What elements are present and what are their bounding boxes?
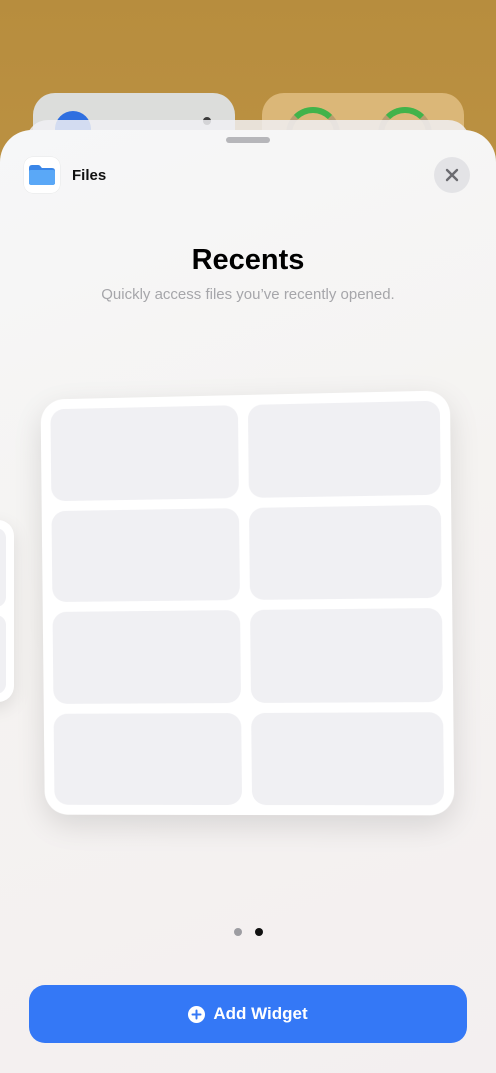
widget-tile: [0, 615, 6, 694]
widget-tile: [0, 528, 6, 607]
previous-widget-preview[interactable]: [0, 520, 14, 702]
widget-tile: [250, 607, 443, 703]
widget-tile: [248, 504, 442, 600]
widget-tile: [251, 711, 445, 806]
add-widget-button[interactable]: Add Widget: [29, 985, 467, 1043]
widget-tile: [247, 400, 441, 498]
plus-circle-icon: [188, 1005, 206, 1023]
widget-title: Recents: [191, 244, 305, 276]
app-name: Files: [72, 166, 107, 184]
folder-icon: [24, 157, 60, 193]
widget-tile: [51, 507, 240, 603]
widget-tile: [53, 712, 243, 806]
close-button[interactable]: [434, 157, 470, 193]
page-indicator[interactable]: [0, 928, 496, 936]
page-dot-1[interactable]: [233, 928, 242, 936]
app-header: Files: [24, 157, 106, 193]
sheet-grabber[interactable]: [226, 137, 270, 143]
page-dot-2[interactable]: [254, 928, 263, 936]
widget-subtitle: Quickly access files you’ve recently ope…: [101, 286, 395, 303]
widget-gallery-sheet: Files Recents Quickly access files you’v…: [0, 130, 496, 1073]
widget-tile: [52, 610, 242, 704]
widget-tile: [50, 405, 239, 501]
recents-widget-preview[interactable]: [40, 390, 455, 816]
add-widget-label: Add Widget: [213, 1004, 308, 1023]
close-icon: [445, 168, 459, 182]
